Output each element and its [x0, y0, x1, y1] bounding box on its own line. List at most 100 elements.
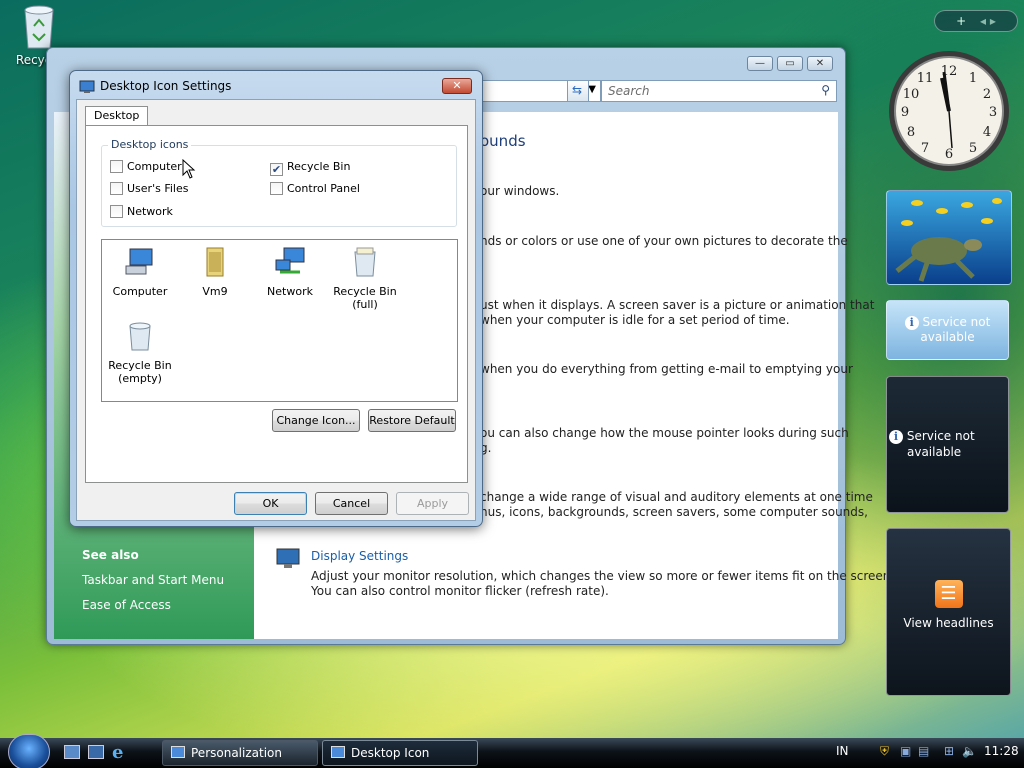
icon-label: (full): [352, 298, 378, 311]
dialog-title: Desktop Icon Settings: [100, 79, 232, 93]
personalization-icon: [171, 746, 185, 758]
clock-time[interactable]: 11:28: [984, 744, 1019, 758]
switch-windows-icon[interactable]: [88, 745, 104, 759]
apply-button[interactable]: Apply: [396, 492, 469, 515]
search-icon[interactable]: ⚲: [821, 83, 830, 97]
internet-explorer-icon[interactable]: e: [112, 742, 123, 763]
svg-text:5: 5: [969, 141, 977, 156]
svg-text:3: 3: [989, 105, 997, 120]
icon-label: Computer: [112, 285, 168, 298]
service-gadget-2[interactable]: i Service not available: [886, 376, 1009, 513]
icon-list[interactable]: Computer Vm9 Network Recycle Bin (full): [101, 239, 458, 402]
view-headlines-link[interactable]: View headlines: [887, 616, 1010, 630]
cancel-button[interactable]: Cancel: [315, 492, 388, 515]
minimize-button[interactable]: —: [747, 56, 773, 71]
icon-label: Network: [267, 285, 313, 298]
checkbox-users-files[interactable]: User's Files: [110, 182, 188, 195]
refresh-icon: ⇆: [572, 83, 583, 97]
taskbar-item-personalization[interactable]: Personalization: [162, 740, 318, 766]
start-button[interactable]: [8, 734, 50, 768]
search-input[interactable]: Search ⚲: [601, 80, 837, 102]
ok-button[interactable]: OK: [234, 492, 307, 515]
checkbox-computer[interactable]: Computer: [110, 160, 182, 173]
desc-line: when your computer is idle for a set per…: [480, 313, 790, 327]
taskbar-start-menu-link[interactable]: Taskbar and Start Menu: [82, 573, 224, 587]
prev-icon[interactable]: ◂: [980, 14, 986, 28]
checkbox-network[interactable]: Network: [110, 205, 173, 218]
svg-text:8: 8: [907, 125, 915, 140]
icon-label: (empty): [118, 372, 162, 385]
svg-text:10: 10: [903, 87, 920, 102]
checkbox-box[interactable]: [270, 182, 283, 195]
next-icon[interactable]: ▸: [990, 14, 996, 28]
restore-default-button[interactable]: Restore Default: [368, 409, 456, 432]
checkbox-recycle-bin[interactable]: ✔ Recycle Bin: [270, 160, 350, 176]
svg-text:11: 11: [917, 71, 934, 86]
checkbox-label: User's Files: [127, 182, 189, 195]
dialog-icon: [79, 80, 95, 93]
display-settings-desc: Adjust your monitor resolution, which ch…: [311, 569, 895, 583]
search-placeholder: Search: [608, 84, 650, 98]
checkbox-label: Network: [127, 205, 173, 218]
network-status-icon[interactable]: ⊞: [944, 744, 954, 758]
recycle-bin-empty-icon: [129, 322, 151, 351]
desktop-icon-settings-icon: [331, 746, 345, 758]
info-icon: i: [889, 430, 903, 444]
checkbox-label: Computer: [127, 160, 182, 173]
volume-muted-icon[interactable]: 🔈: [962, 744, 977, 758]
checkbox-box[interactable]: [110, 182, 123, 195]
desc-line: change a wide range of visual and audito…: [480, 490, 873, 504]
tray-icon[interactable]: ▤: [918, 744, 929, 758]
svg-text:1: 1: [969, 71, 977, 86]
checkbox-box[interactable]: [110, 205, 123, 218]
checkbox-control-panel[interactable]: Control Panel: [270, 182, 360, 195]
sidebar-controls[interactable]: + ◂ ▸: [934, 10, 1018, 32]
checkbox-box[interactable]: [110, 160, 123, 173]
show-desktop-icon[interactable]: [64, 745, 80, 759]
page-heading-fragment: ounds: [480, 132, 526, 150]
svg-text:2: 2: [983, 87, 991, 102]
add-gadget-icon[interactable]: +: [956, 14, 966, 28]
desktop-icon-settings-dialog[interactable]: Desktop Icon Settings ✕ Desktop Desktop …: [69, 70, 483, 527]
taskbar-item-desktop-icon-settings[interactable]: Desktop Icon Settings: [322, 740, 478, 766]
display-settings-link[interactable]: Display Settings: [311, 549, 408, 563]
security-shield-icon[interactable]: ⛨: [880, 744, 889, 759]
chevron-down-icon[interactable]: ▼: [588, 84, 596, 95]
ease-of-access-link[interactable]: Ease of Access: [82, 598, 171, 612]
service-message: i Service not: [889, 429, 975, 444]
group-label: Desktop icons: [108, 138, 192, 151]
network-tray-icon[interactable]: ▣: [900, 744, 911, 758]
language-indicator[interactable]: IN: [836, 744, 849, 758]
desc-line: our windows.: [480, 184, 560, 198]
list-item-recycle-bin-empty[interactable]: Recycle Bin (empty): [102, 320, 178, 385]
list-item-user-folder[interactable]: Vm9: [177, 246, 253, 298]
recycle-bin-full-icon: [354, 247, 376, 277]
slideshow-gadget[interactable]: [886, 190, 1012, 285]
icon-label: Vm9: [202, 285, 228, 298]
svg-text:7: 7: [921, 141, 929, 156]
desc-line: nds or colors or use one of your own pic…: [480, 234, 848, 248]
desktop-icons-group: Desktop icons Computer ✔ Recycle Bin User…: [101, 138, 457, 227]
display-settings-icon: [276, 548, 300, 568]
clock-gadget[interactable]: 12 123 4567 891011: [886, 48, 1012, 174]
dialog-body: Desktop Desktop icons Computer ✔ Recycle …: [76, 99, 476, 521]
window-close-button[interactable]: ✕: [807, 56, 833, 71]
maximize-button[interactable]: ▭: [777, 56, 803, 71]
svg-text:6: 6: [945, 147, 953, 162]
list-item-recycle-bin-full[interactable]: Recycle Bin (full): [327, 246, 403, 311]
tab-desktop[interactable]: Desktop: [85, 106, 149, 126]
see-also-heading: See also: [82, 548, 139, 562]
feed-headlines-gadget[interactable]: ☰ View headlines: [886, 528, 1011, 696]
dialog-close-button[interactable]: ✕: [442, 78, 472, 94]
refresh-button[interactable]: ⇆: [567, 80, 589, 102]
list-item-network[interactable]: Network: [252, 246, 328, 298]
change-icon-button[interactable]: Change Icon...: [272, 409, 360, 432]
service-gadget-1[interactable]: i Service not available: [886, 300, 1009, 360]
display-settings-desc: You can also control monitor flicker (re…: [311, 584, 609, 598]
service-text: available: [907, 445, 962, 459]
checkbox-box-checked[interactable]: ✔: [270, 163, 283, 176]
taskbar: e Personalization Desktop Icon Settings …: [0, 734, 1024, 768]
list-item-computer[interactable]: Computer: [102, 246, 178, 298]
svg-text:4: 4: [983, 125, 991, 140]
desc-line: ou can also change how the mouse pointer…: [480, 426, 849, 440]
